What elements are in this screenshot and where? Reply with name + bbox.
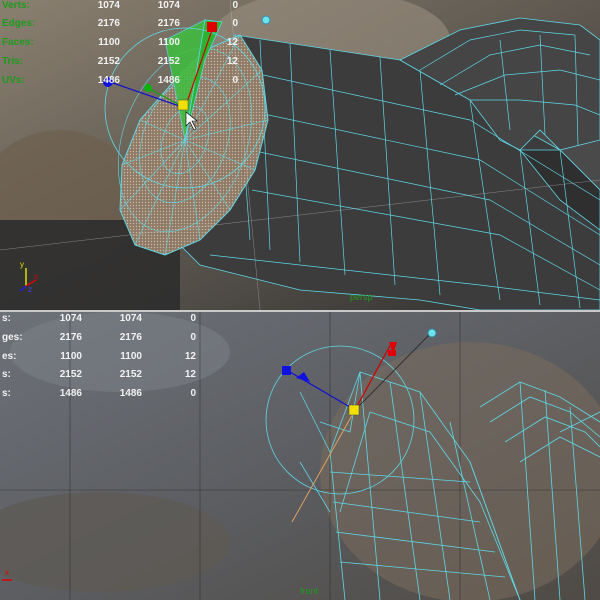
camera-label: persp (350, 292, 373, 302)
front-viewport[interactable]: s: 1074 1074 0 ges: 2176 2176 0 es: 1100… (0, 312, 600, 600)
hud-row-verts: Verts: 1074 1074 0 (2, 0, 238, 11)
hud-row-faces: es: 1100 1100 12 (2, 351, 196, 362)
hud-row-uvs: s: 1486 1486 0 (2, 388, 196, 399)
manipulator-center (348, 404, 360, 416)
axis-label-z: z (28, 285, 32, 294)
manipulator-z-handle (282, 366, 291, 375)
manipulator-rotate-handle (261, 15, 271, 25)
manipulator-rotate-handle (427, 328, 437, 338)
hud-row-tris: s: 2152 2152 12 (2, 369, 196, 380)
hud-row-faces: Faces: 1100 1100 12 (2, 37, 238, 48)
perspective-viewport[interactable]: Verts: 1074 1074 0 Edges: 2176 2176 0 Fa… (0, 0, 600, 310)
axis-label-y: y (20, 260, 24, 269)
camera-label: front (300, 586, 319, 596)
hud-row-tris: Tris: 2152 2152 12 (2, 56, 238, 67)
hud-row-edges: Edges: 2176 2176 0 (2, 18, 238, 29)
manipulator-center (177, 99, 189, 111)
hud-row-edges: ges: 2176 2176 0 (2, 332, 196, 343)
hud-row-verts: s: 1074 1074 0 (2, 313, 196, 324)
axis-label-x: x (34, 272, 38, 281)
hud-row-uvs: UVs: 1486 1486 0 (2, 75, 238, 86)
axis-orientation-icon (2, 579, 12, 581)
axis-label-x: x (5, 568, 9, 577)
